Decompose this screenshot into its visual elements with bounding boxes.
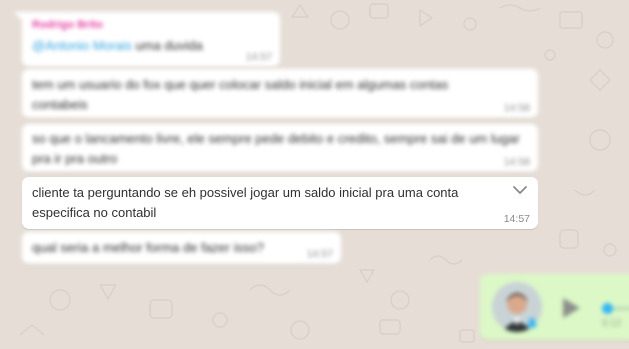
message-text: so que o lancamento livre, ele sempre pe… xyxy=(32,131,520,166)
message-text: qual seria a melhor forma de fazer isso? xyxy=(32,240,264,255)
voice-duration: 0:12 xyxy=(602,318,622,329)
message-time: 14:57 xyxy=(245,51,272,63)
message-text: cliente ta perguntando se eh possivel jo… xyxy=(32,185,459,220)
voice-note-bubble[interactable]: 0:12 xyxy=(480,274,629,340)
bubble-tail xyxy=(14,12,23,21)
message-bubble[interactable]: qual seria a melhor forma de fazer isso?… xyxy=(22,232,341,264)
microphone-icon xyxy=(526,318,538,329)
message-bubble[interactable]: cliente ta perguntando se eh possivel jo… xyxy=(22,177,538,229)
message-time: 14:58 xyxy=(503,156,530,168)
message-bubble[interactable]: tem um usuario do fox que quer colocar s… xyxy=(22,69,538,118)
message-bubble[interactable]: so que o lancamento livre, ele sempre pe… xyxy=(22,124,538,172)
audio-progress-track[interactable] xyxy=(613,307,629,310)
message-body: uma duvida xyxy=(135,38,203,53)
message-time: 14:58 xyxy=(503,102,530,114)
message-text: tem um usuario do fox que quer colocar s… xyxy=(32,77,449,112)
message-time: 14:57 xyxy=(503,213,530,225)
chevron-down-icon[interactable] xyxy=(512,184,528,196)
message-text: @Antonio Morais uma duvida xyxy=(32,38,203,53)
mention-link[interactable]: @Antonio Morais xyxy=(32,38,132,53)
progress-handle[interactable] xyxy=(602,303,613,314)
play-icon[interactable] xyxy=(560,296,582,320)
message-bubble[interactable]: Rodrigo Brito @Antonio Morais uma duvida… xyxy=(14,12,280,67)
message-time: 14:57 xyxy=(306,248,333,260)
sender-name[interactable]: Rodrigo Brito xyxy=(32,19,103,31)
